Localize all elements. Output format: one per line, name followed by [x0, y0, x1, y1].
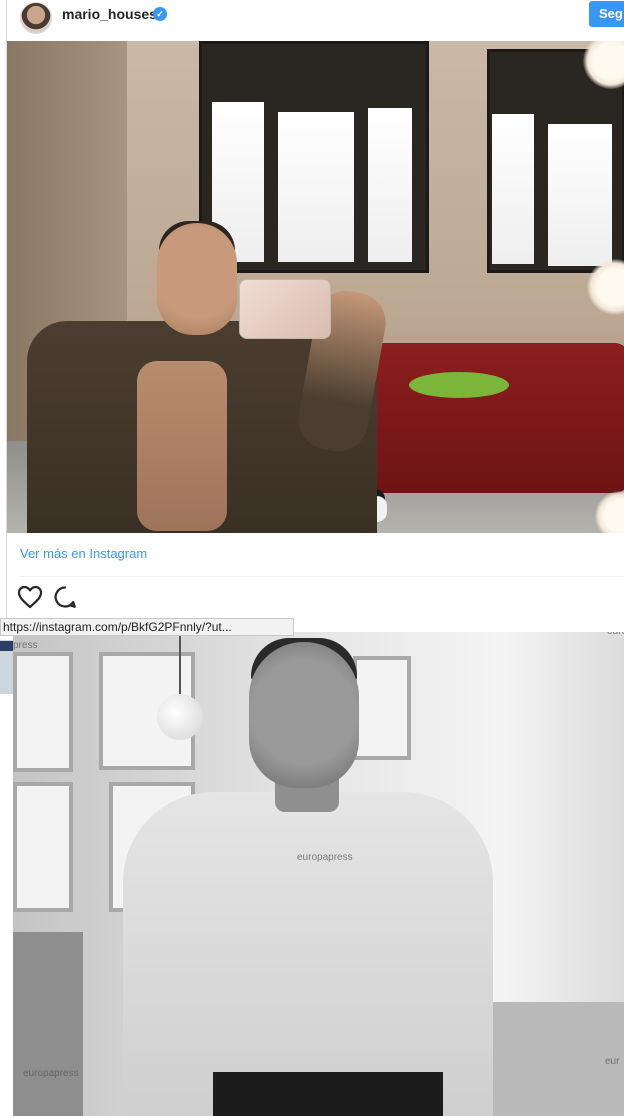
comment-icon[interactable]: [53, 585, 77, 609]
url-tooltip: https://instagram.com/p/BkfG2PFnnly/?ut.…: [0, 618, 294, 636]
instagram-embed: mario_houses ✓ Seg Ver más en Instagram: [6, 0, 624, 620]
post-photo[interactable]: [7, 41, 624, 533]
watermark: europapress: [297, 852, 353, 863]
article-photo: press europapress europapress euro eur: [13, 632, 624, 1116]
verified-badge-icon: ✓: [153, 7, 167, 21]
watermark: euro: [607, 632, 624, 637]
heart-icon[interactable]: [17, 585, 43, 609]
post-header: mario_houses ✓ Seg: [7, 0, 624, 40]
sidebar-chip: [0, 641, 14, 651]
username-link[interactable]: mario_houses: [62, 6, 157, 22]
divider: [20, 576, 624, 577]
page: mario_houses ✓ Seg Ver más en Instagram …: [0, 0, 624, 1116]
watermark: europapress: [23, 1068, 79, 1079]
follow-button[interactable]: Seg: [589, 1, 624, 27]
watermark: press: [13, 640, 38, 651]
avatar[interactable]: [20, 2, 52, 34]
watermark: eur: [605, 1056, 620, 1067]
view-more-link[interactable]: Ver más en Instagram: [20, 546, 147, 561]
